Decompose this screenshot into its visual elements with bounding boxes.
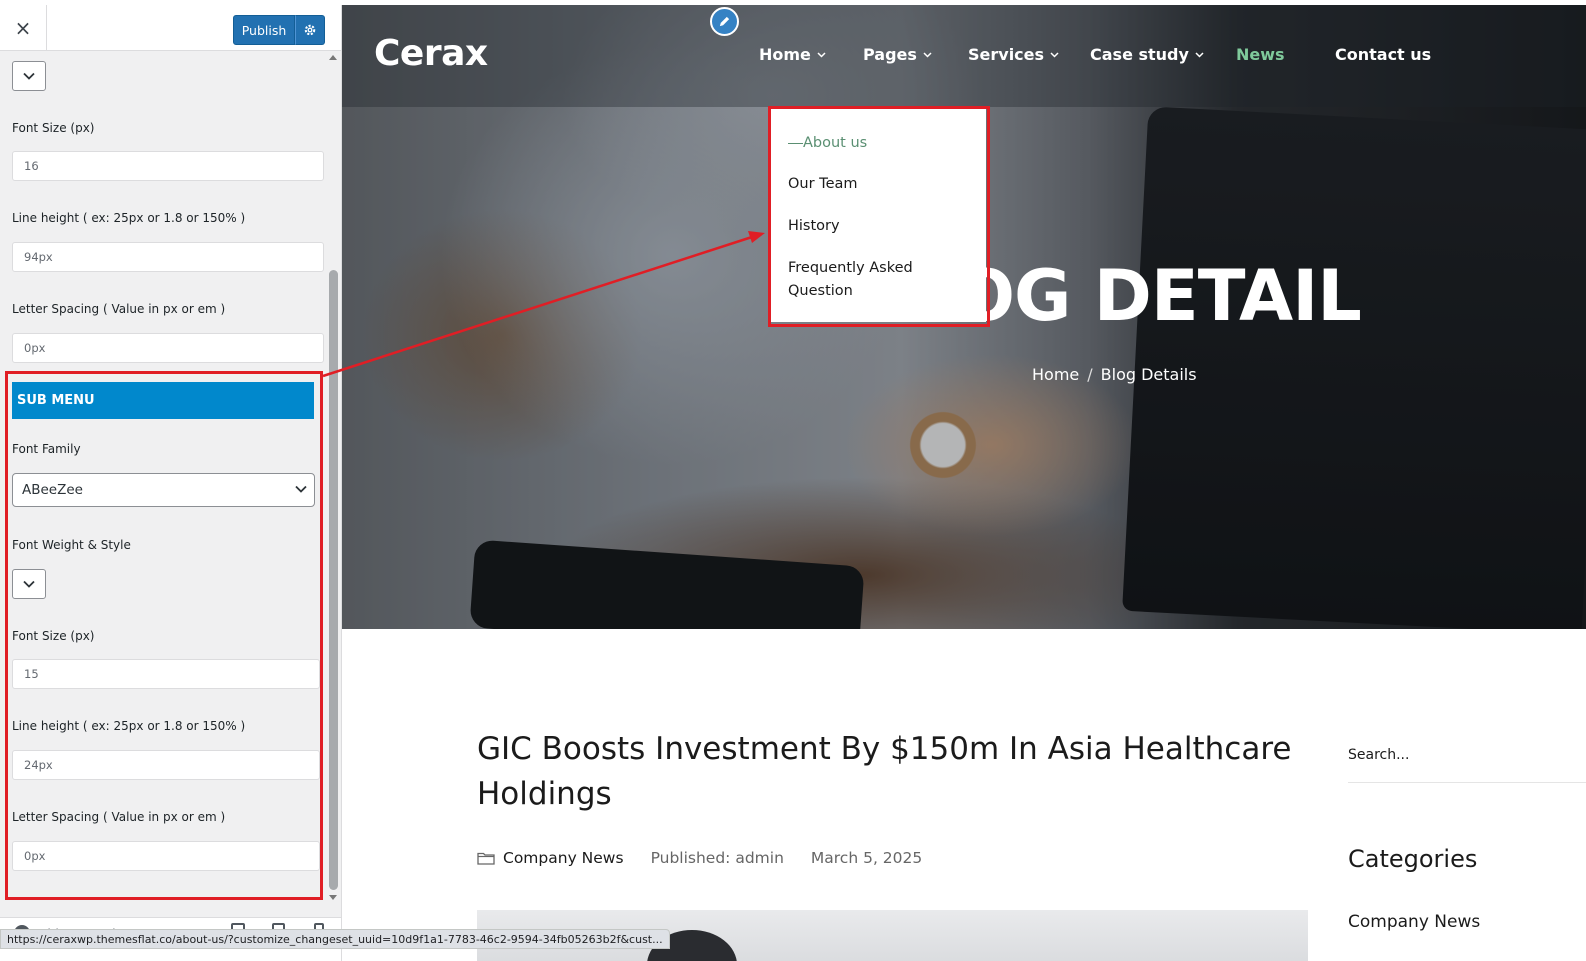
status-bar-url: https://ceraxwp.themesflat.co/about-us/?…: [0, 929, 670, 949]
annotation-arrow: [322, 231, 765, 378]
